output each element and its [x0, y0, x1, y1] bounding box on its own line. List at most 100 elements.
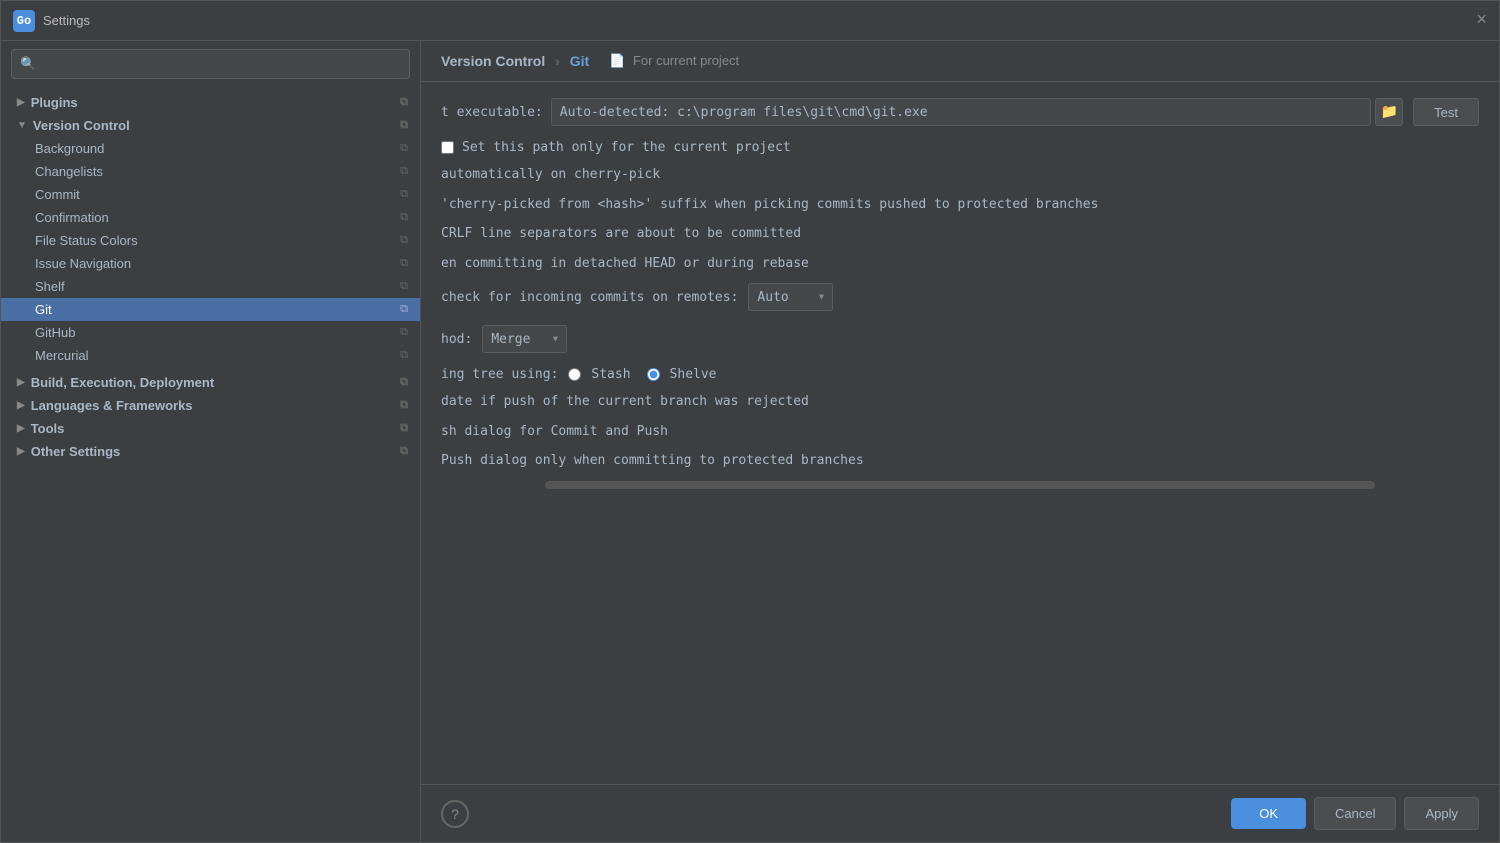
sidebar-item-label: Confirmation: [35, 210, 109, 225]
path-checkbox-label: Set this path only for the current proje…: [462, 140, 791, 155]
sidebar-tree: ▶ Plugins ⧉ ▼ Version Control ⧉ Backgrou…: [1, 87, 420, 842]
copy-icon: ⧉: [400, 119, 408, 132]
crlf-line: CRLF line separators are about to be com…: [441, 224, 1479, 244]
sidebar-item-label: Languages & Frameworks: [31, 398, 193, 413]
sidebar-item-git[interactable]: Git ⧉: [1, 298, 420, 321]
sidebar-item-label: Tools: [31, 421, 65, 436]
stash-radio-label: Stash: [568, 367, 630, 382]
sidebar-item-label: Changelists: [35, 164, 103, 179]
copy-icon: ⧉: [400, 349, 408, 362]
document-icon: 📄: [609, 53, 625, 68]
copy-icon: ⧉: [400, 165, 408, 178]
sidebar-item-shelf[interactable]: Shelf ⧉: [1, 275, 420, 298]
help-button[interactable]: ?: [441, 800, 469, 828]
title-bar: Go Settings ×: [1, 1, 1499, 41]
app-icon: Go: [13, 10, 35, 32]
push-rejected-line: date if push of the current branch was r…: [441, 392, 1479, 412]
sidebar-item-label: Git: [35, 302, 52, 317]
executable-row: t executable: 📁 Test: [441, 98, 1479, 126]
sidebar-item-background[interactable]: Background ⧉: [1, 137, 420, 160]
scrollbar-track[interactable]: [545, 481, 1375, 489]
for-project-label: 📄 For current project: [609, 53, 739, 69]
sidebar-item-commit[interactable]: Commit ⧉: [1, 183, 420, 206]
copy-icon: ⧉: [400, 96, 408, 109]
apply-button[interactable]: Apply: [1404, 797, 1479, 830]
sidebar-item-build[interactable]: ▶ Build, Execution, Deployment ⧉: [1, 371, 420, 394]
panel-header: Version Control › Git 📄 For current proj…: [421, 41, 1499, 82]
incoming-commits-row: check for incoming commits on remotes: A…: [441, 283, 1479, 311]
sidebar-item-mercurial[interactable]: Mercurial ⧉: [1, 344, 420, 367]
window-title: Settings: [43, 13, 90, 28]
sidebar-item-version-control[interactable]: ▼ Version Control ⧉: [1, 114, 420, 137]
executable-label: t executable:: [441, 105, 543, 120]
copy-icon: ⧉: [400, 142, 408, 155]
breadcrumb-separator: ›: [555, 53, 560, 69]
method-row: hod: Merge Rebase: [441, 325, 1479, 353]
sidebar-item-issue-navigation[interactable]: Issue Navigation ⧉: [1, 252, 420, 275]
cherry-picked-suffix-line: 'cherry-picked from <hash>' suffix when …: [441, 195, 1479, 215]
sidebar-item-tools[interactable]: ▶ Tools ⧉: [1, 417, 420, 440]
test-button[interactable]: Test: [1413, 98, 1479, 126]
stash-shelve-row: ing tree using: Stash Shelve: [441, 367, 1479, 382]
incoming-label: check for incoming commits on remotes:: [441, 290, 738, 305]
chevron-right-icon: ▶: [17, 400, 25, 411]
copy-icon: ⧉: [400, 445, 408, 458]
sidebar-item-label: Other Settings: [31, 444, 121, 459]
sidebar-item-confirmation[interactable]: Confirmation ⧉: [1, 206, 420, 229]
browse-button[interactable]: 📁: [1375, 98, 1403, 126]
method-select[interactable]: Merge Rebase: [482, 325, 567, 353]
stash-radio[interactable]: [568, 368, 581, 381]
path-checkbox-row: Set this path only for the current proje…: [441, 140, 1479, 155]
copy-icon: ⧉: [400, 303, 408, 316]
shelve-radio-label: Shelve: [647, 367, 717, 382]
method-select-wrapper: Merge Rebase: [482, 325, 567, 353]
copy-icon: ⧉: [400, 280, 408, 293]
chevron-right-icon: ▶: [17, 377, 25, 388]
sidebar-item-github[interactable]: GitHub ⧉: [1, 321, 420, 344]
sidebar-item-plugins[interactable]: ▶ Plugins ⧉: [1, 91, 420, 114]
chevron-right-icon: ▶: [17, 97, 25, 108]
sidebar-item-label: Build, Execution, Deployment: [31, 375, 214, 390]
copy-icon: ⧉: [400, 376, 408, 389]
path-checkbox[interactable]: [441, 141, 454, 154]
stash-label: ing tree using:: [441, 367, 558, 382]
executable-input[interactable]: [551, 98, 1371, 126]
sidebar-item-label: Mercurial: [35, 348, 88, 363]
push-protected-line: Push dialog only when committing to prot…: [441, 451, 1479, 471]
ok-button[interactable]: OK: [1231, 798, 1306, 829]
sidebar-item-changelists[interactable]: Changelists ⧉: [1, 160, 420, 183]
right-panel: Version Control › Git 📄 For current proj…: [421, 41, 1499, 842]
sidebar-item-file-status-colors[interactable]: File Status Colors ⧉: [1, 229, 420, 252]
sidebar-item-languages[interactable]: ▶ Languages & Frameworks ⧉: [1, 394, 420, 417]
sidebar-item-label: Version Control: [33, 118, 130, 133]
stash-radio-group: Stash Shelve: [568, 367, 716, 382]
sidebar: 🔍 ▶ Plugins ⧉ ▼ Version Control ⧉ Backgr: [1, 41, 421, 842]
sidebar-item-label: Shelf: [35, 279, 65, 294]
breadcrumb: Version Control › Git: [441, 53, 589, 69]
footer: ? OK Cancel Apply: [421, 784, 1499, 842]
detached-head-line: en committing in detached HEAD or during…: [441, 254, 1479, 274]
copy-icon: ⧉: [400, 422, 408, 435]
sidebar-item-label: Background: [35, 141, 104, 156]
breadcrumb-current: Git: [570, 53, 589, 69]
sidebar-item-label: GitHub: [35, 325, 75, 340]
push-dialog-line: sh dialog for Commit and Push: [441, 422, 1479, 442]
search-box[interactable]: 🔍: [11, 49, 410, 79]
close-button[interactable]: ×: [1476, 12, 1487, 30]
copy-icon: ⧉: [400, 257, 408, 270]
sidebar-item-other-settings[interactable]: ▶ Other Settings ⧉: [1, 440, 420, 463]
incoming-select[interactable]: Auto Always Never: [748, 283, 833, 311]
shelve-radio[interactable]: [647, 368, 660, 381]
copy-icon: ⧉: [400, 188, 408, 201]
search-input[interactable]: [42, 57, 401, 71]
copy-icon: ⧉: [400, 399, 408, 412]
sidebar-item-label: Plugins: [31, 95, 78, 110]
copy-icon: ⧉: [400, 211, 408, 224]
copy-icon: ⧉: [400, 234, 408, 247]
cancel-button[interactable]: Cancel: [1314, 797, 1396, 830]
sidebar-item-label: Commit: [35, 187, 80, 202]
incoming-select-wrapper: Auto Always Never: [748, 283, 833, 311]
sidebar-item-label: File Status Colors: [35, 233, 138, 248]
chevron-right-icon: ▶: [17, 446, 25, 457]
panel-body: t executable: 📁 Test Set this path only …: [421, 82, 1499, 784]
